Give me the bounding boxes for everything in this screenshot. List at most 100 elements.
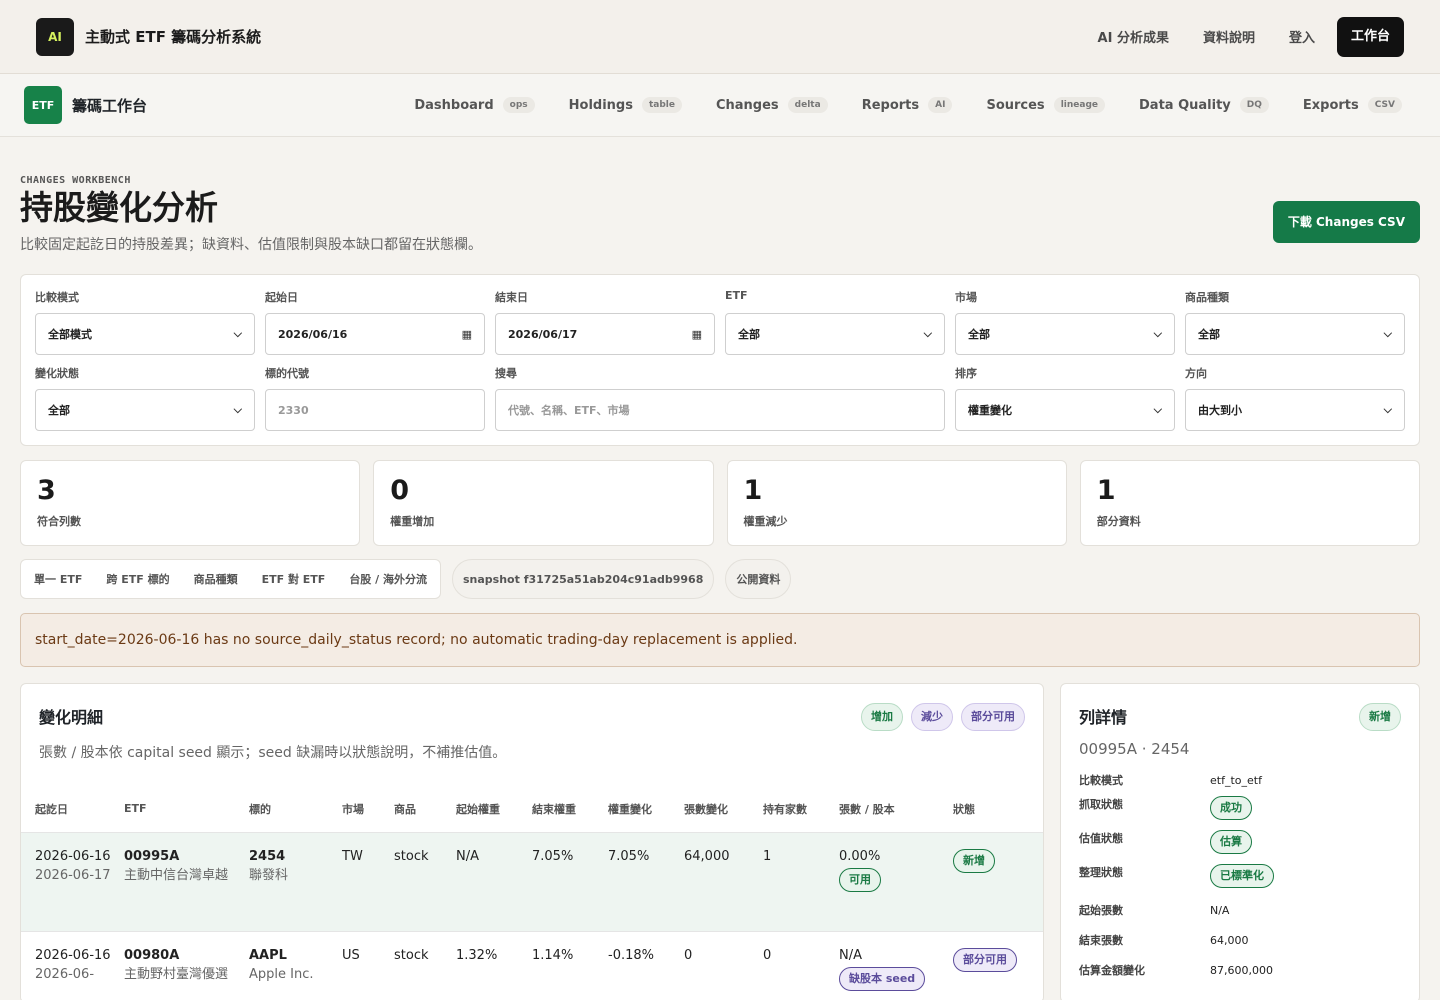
compare-mode-filter: 比較模式 全部模式 ⌵ [35,289,255,355]
cell-holders: 1 [757,831,833,931]
detail-row: 起始張數 N/A [1079,902,1401,920]
filter-label: 搜尋 [495,367,517,380]
chevron-down-icon: ⌵ [1153,327,1162,340]
select-value: 由大到小 [1198,404,1242,417]
tab-label: Dashboard [414,97,494,113]
date-value: 2026/06/16 [278,327,348,341]
valuation-status-badge: 估算 [1210,830,1252,854]
col-header[interactable]: 狀態 [947,786,1043,832]
changes-table: 起訖日 ETF 標的 市場 商品 起始權重 結束權重 權重變化 張數變化 持有家… [21,786,1043,1000]
etf-code: 00995A [124,848,180,864]
col-header[interactable]: 起訖日 [21,786,118,832]
calendar-icon[interactable]: ▦ [462,328,472,341]
col-header[interactable]: 標的 [243,786,336,832]
direction-select[interactable]: 由大到小 ⌵ [1185,389,1405,431]
end-date-input[interactable]: 2026/06/17 ▦ [495,313,715,355]
nav-data-docs[interactable]: 資料說明 [1203,27,1255,46]
etf-logo[interactable]: ETF [24,86,62,124]
tab-tag: AI [928,97,953,113]
start-date-input[interactable]: 2026/06/16 ▦ [265,313,485,355]
cell-lot-change: 0 [678,930,757,1000]
snapshot-pill: snapshot f31725a51ab204c91adb9968 [452,559,715,599]
col-header[interactable]: 權重變化 [602,786,678,832]
table-row[interactable]: 2026-06-16 2026-06- 00980A 主動野村臺灣優選 AAPL Ap… [21,930,1043,1000]
changes-panel-description: 張數 / 股本依 capital seed 顯示；seed 缺漏時以狀態說明，不… [39,745,507,761]
change-status-filter: 變化狀態 全部 ⌵ [35,365,255,431]
changes-panel-header: 變化明細 張數 / 股本依 capital seed 顯示；seed 缺漏時以狀… [21,684,1043,762]
tab-changes[interactable]: Changes delta [716,97,828,113]
cell-weight-change: -0.18% [602,930,678,1000]
tab-holdings[interactable]: Holdings table [569,97,682,113]
fetch-status-badge: 成功 [1210,796,1252,820]
chevron-down-icon: ⌵ [233,327,242,340]
cell-status: 新增 [947,831,1043,931]
filter-label: 比較模式 [35,291,79,304]
cell-dates: 2026-06-16 2026-06- [21,930,118,1000]
cell-capital: N/A 缺股本 seed [833,930,947,1000]
calendar-icon[interactable]: ▦ [692,328,702,341]
tab-data-quality[interactable]: Data Quality DQ [1139,97,1269,113]
col-header[interactable]: 商品 [388,786,450,832]
chevron-down-icon: ⌵ [1383,327,1392,340]
ticker-input[interactable]: 2330 [265,389,485,431]
nav-login[interactable]: 登入 [1289,27,1315,46]
mode-tab-single-etf[interactable]: 單一 ETF [34,571,82,587]
detail-row: 抓取狀態 成功 [1079,796,1401,820]
col-header[interactable]: 持有家數 [757,786,833,832]
stat-label: 權重增加 [390,515,435,528]
product-type-select[interactable]: 全部 ⌵ [1185,313,1405,355]
table-row[interactable]: 2026-06-16 2026-06-17 00995A 主動中信台灣卓越 2454… [21,831,1043,931]
market-select[interactable]: 全部 ⌵ [955,313,1175,355]
start-date: 2026-06-16 [35,848,111,864]
col-header[interactable]: 張數 / 股本 [833,786,947,832]
detail-key: 起始張數 [1079,904,1123,917]
search-filter: 搜尋 代號、名稱、ETF、市場 [495,365,945,431]
filter-label: 排序 [955,367,977,380]
compare-mode-select[interactable]: 全部模式 ⌵ [35,313,255,355]
tab-sources[interactable]: Sources lineage [986,97,1105,113]
detail-key: 比較模式 [1079,774,1123,787]
status-badge: 部分可用 [953,947,1017,972]
detail-row: 估值狀態 估算 [1079,830,1401,854]
col-header[interactable]: 結束權重 [526,786,602,832]
select-value: 全部模式 [48,328,92,341]
tab-tag: DQ [1239,97,1269,113]
col-header[interactable]: 張數變化 [678,786,757,832]
stat-value: 3 [37,475,56,506]
nav-ai-results[interactable]: AI 分析成果 [1098,27,1169,46]
legend-badges: 增加 減少 部分可用 [853,703,1025,731]
download-csv-button[interactable]: 下載 Changes CSV [1272,201,1420,243]
ticker-filter: 標的代號 2330 [265,365,485,431]
detail-key: 估值狀態 [1079,832,1123,845]
sort-filter: 排序 權重變化 ⌵ [955,365,1175,431]
filter-label: 結束日 [495,291,528,304]
table-header-row: 起訖日 ETF 標的 市場 商品 起始權重 結束權重 權重變化 張數變化 持有家… [21,786,1043,832]
change-status-select[interactable]: 全部 ⌵ [35,389,255,431]
col-header[interactable]: ETF [118,786,243,832]
col-header[interactable]: 起始權重 [450,786,526,832]
tab-exports[interactable]: Exports CSV [1303,97,1402,113]
mode-tab-product-type[interactable]: 商品種類 [194,571,238,587]
workspace-bar: ETF 籌碼工作台 Dashboard ops Holdings table Cha… [0,74,1440,137]
etf-select[interactable]: 全部 ⌵ [725,313,945,355]
mode-tab-cross-etf[interactable]: 跨 ETF 標的 [106,571,169,587]
mode-tab-etf-to-etf[interactable]: ETF 對 ETF [262,571,326,587]
tab-label: Changes [715,97,779,113]
start-date-filter: 起始日 2026/06/16 ▦ [265,289,485,355]
col-header[interactable]: 市場 [336,786,388,832]
app-title[interactable]: 主動式 ETF 籌碼分析系統 [85,26,261,47]
mode-tab-market-split[interactable]: 台股 / 海外分流 [349,571,427,587]
stat-label: 符合列數 [37,515,81,528]
app-logo[interactable]: AI [36,17,74,56]
page-eyebrow: CHANGES WORKBENCH [20,175,131,186]
workspace-button[interactable]: 工作台 [1336,16,1404,57]
search-input[interactable]: 代號、名稱、ETF、市場 [495,389,945,431]
stat-card-weight-decrease: 1 權重減少 [726,460,1067,546]
sort-select[interactable]: 權重變化 ⌵ [955,389,1175,431]
tab-reports[interactable]: Reports AI [862,97,953,113]
workspace-title: 籌碼工作台 [72,96,148,115]
etf-name: 主動野村臺灣優選 [124,966,229,982]
tab-dashboard[interactable]: Dashboard ops [414,97,535,113]
stat-label: 權重減少 [743,515,788,528]
product-type-filter: 商品種類 全部 ⌵ [1185,289,1405,355]
